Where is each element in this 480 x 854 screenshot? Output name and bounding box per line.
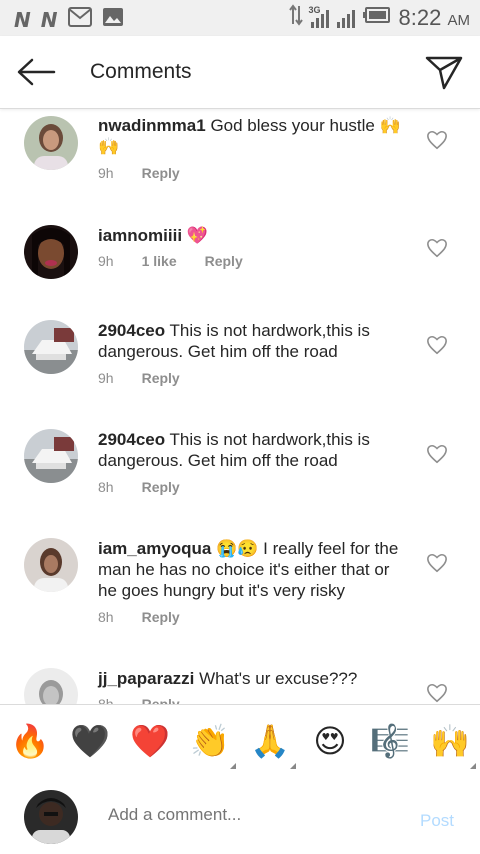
avatar[interactable] xyxy=(24,429,78,483)
comment-username[interactable]: 2904ceo xyxy=(98,430,165,449)
clock-ampm: AM xyxy=(447,11,471,29)
n-notification-icon: N xyxy=(14,7,31,32)
n-notification-icon: N xyxy=(40,7,58,32)
network-label: 3G xyxy=(308,4,321,15)
skin-tone-indicator-icon xyxy=(470,763,476,769)
comment-meta: 8h Reply xyxy=(98,696,208,704)
reply-button[interactable]: Reply xyxy=(142,609,180,625)
signal-icon xyxy=(336,8,355,28)
reply-button[interactable]: Reply xyxy=(142,165,180,181)
comment-username[interactable]: nwadinmma1 xyxy=(98,116,206,135)
comment-body-line2: man he has no choice it's either that or xyxy=(98,560,390,579)
likes-count[interactable]: 1 like xyxy=(142,253,177,269)
avatar[interactable] xyxy=(24,320,78,374)
clock: 8:22 AM xyxy=(399,5,470,31)
comment-text: iamnomiiii 💖 xyxy=(98,225,416,246)
heart-eyes-emoji-button[interactable]: 😍 xyxy=(310,721,350,761)
comment-text: 2904ceo This is not hardwork,this is dan… xyxy=(98,320,416,362)
page-title: Comments xyxy=(90,60,192,83)
folded-hands-emoji-button[interactable]: 🙏 xyxy=(250,721,290,761)
image-icon xyxy=(102,7,124,32)
comment-meta: 8h Reply xyxy=(98,479,208,495)
back-arrow-icon[interactable] xyxy=(14,52,58,92)
data-transfer-icon xyxy=(288,4,303,31)
skin-tone-indicator-icon xyxy=(290,763,296,769)
comment-username[interactable]: 2904ceo xyxy=(98,321,165,340)
comment-body: What's ur excuse??? xyxy=(199,669,358,688)
reply-button[interactable]: Reply xyxy=(205,253,243,269)
send-direct-icon[interactable] xyxy=(424,52,464,92)
clapping-emoji-button[interactable]: 👏 xyxy=(190,721,230,761)
comment-body: 😭😥 I really feel for the xyxy=(216,539,399,558)
comment-meta: 9h Reply xyxy=(98,370,208,386)
signal-3g-icon: 3G xyxy=(308,4,329,28)
comment-time: 9h xyxy=(98,370,114,386)
comment-username[interactable]: iamnomiiii xyxy=(98,226,182,245)
fire-emoji-button[interactable]: 🔥 xyxy=(10,721,50,761)
musical-score-emoji-button[interactable]: 🎼 xyxy=(370,721,410,761)
reply-button[interactable]: Reply xyxy=(142,370,180,386)
skin-tone-indicator-icon xyxy=(230,763,236,769)
my-avatar xyxy=(24,790,78,844)
comment-body: This is not hardwork,this is xyxy=(169,321,370,340)
comment-username[interactable]: iam_amyoqua xyxy=(98,539,211,558)
like-heart-icon[interactable] xyxy=(426,443,448,465)
comment-text: jj_paparazzi What's ur excuse??? xyxy=(98,668,416,689)
comment-time: 8h xyxy=(98,696,114,704)
comment-meta: 9h 1 like Reply xyxy=(98,253,271,269)
comment-body-line2: dangerous. Get him off the road xyxy=(98,342,338,361)
raising-hands-emoji-button[interactable]: 🙌 xyxy=(430,721,470,761)
comments-list[interactable]: nwadinmma1 God bless your hustle 🙌 🙌 9h … xyxy=(0,109,480,704)
gmail-icon xyxy=(67,7,92,32)
reply-button[interactable]: Reply xyxy=(142,696,180,704)
comment-body-line2: 🙌 xyxy=(98,137,120,156)
comment-body-line3: he goes hungry but it's very risky xyxy=(98,581,346,600)
comment-body: God bless your hustle 🙌 xyxy=(210,116,401,135)
avatar[interactable] xyxy=(24,116,78,170)
comment-meta: 8h Reply xyxy=(98,609,208,625)
avatar[interactable] xyxy=(24,225,78,279)
comment-time: 8h xyxy=(98,609,114,625)
comment-meta: 9h Reply xyxy=(98,165,208,181)
reply-button[interactable]: Reply xyxy=(142,479,180,495)
avatar[interactable] xyxy=(24,668,78,704)
like-heart-icon[interactable] xyxy=(426,552,448,574)
comment-time: 8h xyxy=(98,479,114,495)
comment-body-line2: dangerous. Get him off the road xyxy=(98,451,338,470)
comment-text: 2904ceo This is not hardwork,this is dan… xyxy=(98,429,416,471)
post-button[interactable]: Post xyxy=(420,811,454,831)
clock-time: 8:22 xyxy=(398,4,442,30)
comment-time: 9h xyxy=(98,253,114,269)
red-heart-emoji-button[interactable]: ❤️ xyxy=(130,721,170,761)
like-heart-icon[interactable] xyxy=(426,334,448,356)
comment-text: iam_amyoqua 😭😥 I really feel for the man… xyxy=(98,538,416,601)
comment-body: 💖 xyxy=(186,226,208,245)
status-bar: N N 3G 8:22 AM xyxy=(0,0,480,36)
comment-input[interactable] xyxy=(108,805,398,825)
header: Comments xyxy=(0,36,480,109)
like-heart-icon[interactable] xyxy=(426,682,448,704)
black-heart-emoji-button[interactable]: 🖤 xyxy=(70,721,110,761)
like-heart-icon[interactable] xyxy=(426,237,448,259)
comment-time: 9h xyxy=(98,165,114,181)
battery-icon xyxy=(362,6,391,29)
comment-username[interactable]: jj_paparazzi xyxy=(98,669,194,688)
comment-text: nwadinmma1 God bless your hustle 🙌 🙌 xyxy=(98,115,416,157)
comment-composer: Post xyxy=(0,779,480,854)
comment-body: This is not hardwork,this is xyxy=(169,430,370,449)
emoji-quick-bar: 🔥 🖤 ❤️ 👏 🙏 😍 🎼 🙌 xyxy=(0,704,480,780)
avatar[interactable] xyxy=(24,538,78,592)
like-heart-icon[interactable] xyxy=(426,129,448,151)
